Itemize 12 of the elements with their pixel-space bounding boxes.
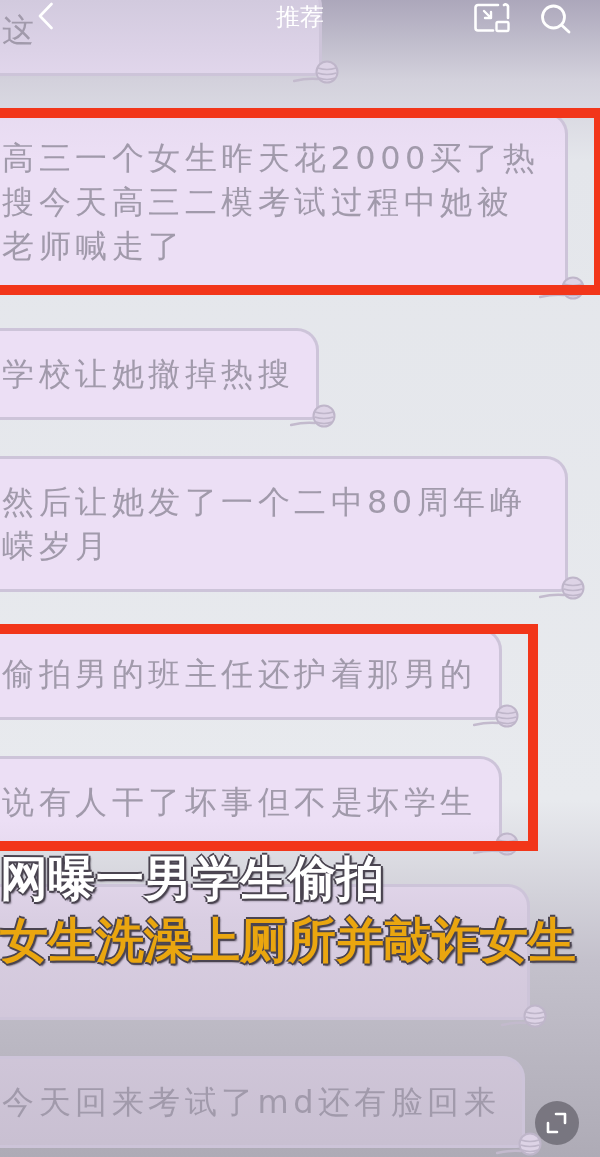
message-text: 说有人干了坏事但不是坏学生 xyxy=(2,782,477,823)
fullscreen-icon[interactable] xyxy=(534,1100,580,1146)
message-text: 高三一个女生昨天花2000买了热搜今天高三二模考试过程中她被老师喊走了 xyxy=(2,138,541,267)
message-text: 然后让她发了一个二中80周年峥嵘岁月 xyxy=(2,482,528,567)
message-text: 偷拍男的班主任还护着那男的 xyxy=(2,654,477,695)
video-caption: 网曝一男学生偷拍 xyxy=(0,849,384,908)
message-text: 学校让她撤掉热搜 xyxy=(2,354,294,395)
picture-in-picture-icon[interactable] xyxy=(474,3,510,33)
video-caption: 女生洗澡上厕所并敲诈女生 xyxy=(0,911,576,970)
search-icon[interactable] xyxy=(540,4,572,34)
back-icon[interactable] xyxy=(38,2,53,30)
message-text: 这 xyxy=(2,10,39,51)
